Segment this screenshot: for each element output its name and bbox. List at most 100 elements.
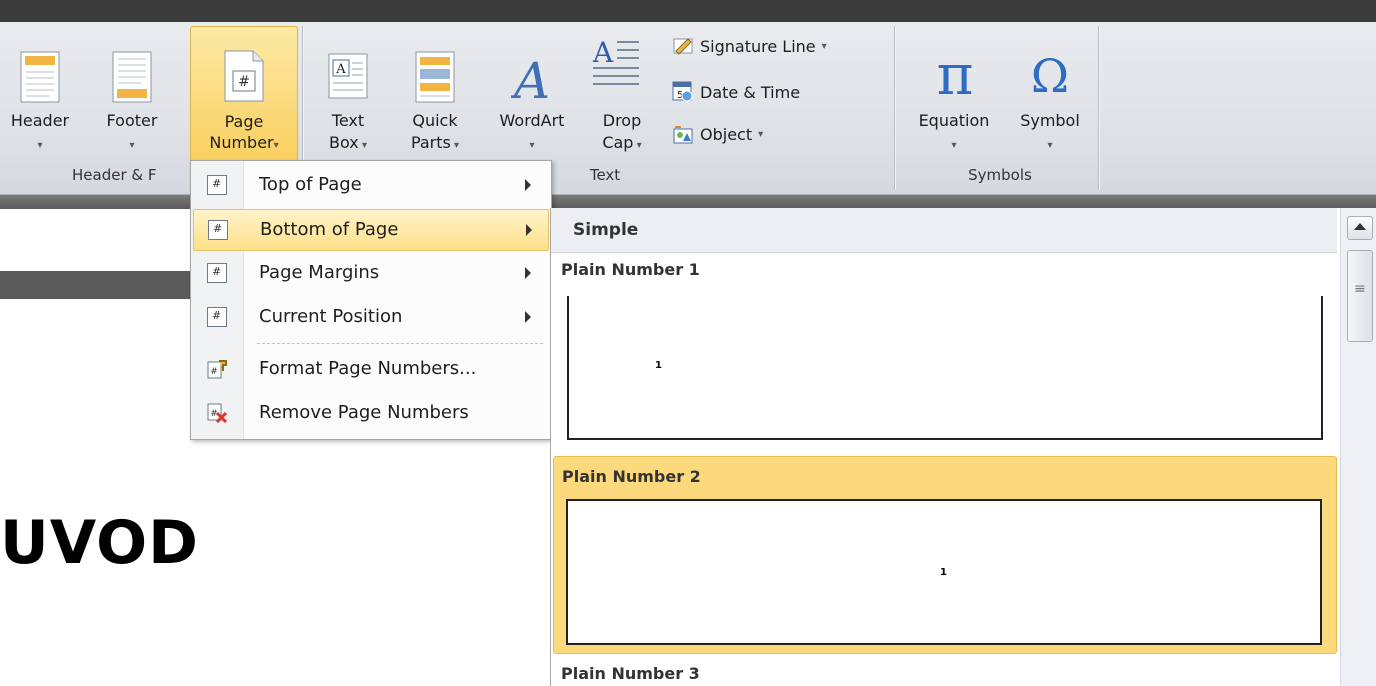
gallery-item-plain-number-2[interactable]: Plain Number 2 1 — [553, 456, 1337, 654]
equation-button[interactable]: π Equation ▾ — [904, 28, 1004, 163]
menu-item-label: Format Page Numbers... — [259, 358, 477, 379]
header-footer-group-label: Header & F — [72, 166, 157, 184]
submenu-arrow-icon — [526, 224, 532, 236]
document-ruler-bar — [0, 271, 192, 299]
submenu-arrow-icon — [525, 179, 531, 191]
menu-item-bottom-of-page[interactable]: Bottom of Page — [193, 209, 549, 251]
remove-page-numbers-icon: # — [207, 403, 227, 423]
quick-parts-button[interactable]: Quick Parts ▾ — [402, 28, 468, 163]
gallery-item-plain-number-1[interactable]: Plain Number 1 1 — [553, 254, 1335, 450]
equation-label: Equation — [918, 111, 990, 130]
wordart-button[interactable]: A WordArt ▾ — [486, 28, 578, 163]
drop-cap-label-2: Cap — [602, 133, 634, 152]
drop-cap-label-1: Drop — [602, 111, 642, 130]
menu-item-remove-page-numbers[interactable]: # Remove Page Numbers — [193, 393, 547, 433]
page-number-preview: 1 — [655, 360, 662, 371]
page-number-icon: # — [224, 50, 264, 102]
dropdown-arrow-icon: ▾ — [1047, 140, 1053, 151]
object-button[interactable]: Object ▾ — [672, 120, 763, 148]
dropdown-arrow-icon: ▾ — [450, 140, 460, 151]
svg-text:A: A — [511, 52, 550, 104]
symbol-label: Symbol — [1020, 111, 1080, 130]
gallery-item-title: Plain Number 1 — [561, 260, 700, 279]
date-time-label: Date & Time — [700, 82, 801, 102]
title-bar — [0, 0, 1376, 22]
menu-item-current-position[interactable]: Current Position — [193, 297, 547, 337]
svg-text:π: π — [937, 43, 974, 104]
menu-item-label: Page Margins — [259, 262, 380, 283]
dropdown-arrow-icon: ▾ — [821, 40, 827, 52]
bottom-of-page-icon — [208, 220, 228, 240]
header-icon — [20, 51, 60, 103]
menu-item-top-of-page[interactable]: Top of Page — [193, 165, 547, 205]
text-box-icon: A — [328, 53, 368, 99]
quick-parts-label-1: Quick — [412, 111, 458, 130]
signature-line-icon — [673, 38, 693, 55]
scrollbar-thumb[interactable] — [1347, 250, 1373, 342]
header-button[interactable]: Header ▾ — [2, 28, 78, 163]
menu-separator — [257, 343, 543, 344]
quick-parts-icon — [415, 51, 455, 103]
gallery-scrollbar[interactable] — [1340, 208, 1376, 686]
scroll-up-icon[interactable] — [1347, 216, 1373, 240]
gallery-item-preview: 1 — [567, 296, 1323, 440]
footer-icon — [112, 51, 152, 103]
wordart-label: WordArt — [499, 111, 565, 130]
document-heading: UVOD — [0, 508, 199, 578]
menu-item-label: Bottom of Page — [260, 219, 399, 240]
page-number-label-2: Number — [209, 133, 274, 152]
format-page-numbers-icon: # — [207, 360, 227, 379]
dropdown-arrow-icon: ▾ — [129, 140, 135, 151]
svg-text:Ω: Ω — [1031, 49, 1069, 103]
svg-text:#: # — [238, 74, 250, 90]
svg-text:A: A — [592, 36, 614, 69]
drop-cap-icon: A — [592, 36, 639, 85]
dropdown-arrow-icon: ▾ — [37, 140, 43, 151]
dropdown-arrow-icon: ▾ — [273, 140, 279, 151]
date-time-button[interactable]: 5 Date & Time — [672, 78, 800, 106]
menu-item-page-margins[interactable]: Page Margins — [193, 253, 547, 293]
drop-cap-button[interactable]: A Drop Cap ▾ — [584, 28, 660, 163]
gallery-item-preview: 1 — [566, 499, 1322, 645]
top-of-page-icon — [207, 175, 227, 195]
menu-item-label: Remove Page Numbers — [259, 402, 469, 423]
text-box-label-1: Text — [331, 111, 365, 130]
menu-item-label: Top of Page — [259, 174, 362, 195]
quick-parts-label-2: Parts — [410, 133, 451, 152]
dropdown-arrow-icon: ▾ — [951, 140, 957, 151]
page-number-button[interactable]: # Page Number▾ — [190, 26, 298, 164]
menu-item-label: Current Position — [259, 306, 403, 327]
menu-item-format-page-numbers[interactable]: # Format Page Numbers... — [193, 349, 547, 389]
pi-icon: π — [937, 43, 974, 104]
group-separator — [894, 26, 895, 190]
page-number-label-1: Page — [224, 112, 264, 131]
text-box-label-2: Box — [329, 133, 359, 152]
signature-line-label: Signature Line — [700, 36, 816, 56]
group-separator — [1098, 26, 1099, 190]
dropdown-arrow-icon: ▾ — [633, 140, 642, 151]
svg-text:A: A — [335, 62, 346, 77]
calendar-clock-icon: 5 — [672, 81, 693, 102]
symbols-group-label: Symbols — [968, 166, 1032, 184]
gallery-item-plain-number-3[interactable]: Plain Number 3 — [561, 664, 700, 683]
dropdown-arrow-icon: ▾ — [529, 140, 535, 151]
dropdown-arrow-icon: ▾ — [758, 128, 764, 140]
header-button-label: Header — [10, 111, 70, 130]
gallery-section-label: Simple — [573, 220, 639, 240]
dropdown-arrow-icon: ▾ — [358, 140, 367, 151]
object-icon — [673, 126, 693, 144]
svg-text:#: # — [210, 367, 218, 377]
omega-icon: Ω — [1031, 49, 1069, 103]
text-group-label: Text — [589, 166, 621, 184]
gallery-item-title: Plain Number 2 — [562, 467, 701, 486]
symbol-button[interactable]: Ω Symbol ▾ — [1008, 28, 1092, 163]
text-box-button[interactable]: A Text Box ▾ — [316, 28, 380, 163]
signature-line-button[interactable]: Signature Line ▾ — [672, 32, 827, 60]
page-number-preview: 1 — [940, 567, 947, 578]
footer-button-label: Footer — [106, 111, 158, 130]
page-margins-icon — [207, 263, 227, 283]
page-number-menu: Top of Page Bottom of Page Page Margins … — [190, 160, 552, 440]
footer-button[interactable]: Footer ▾ — [80, 28, 184, 163]
submenu-arrow-icon — [525, 311, 531, 323]
wordart-icon: A — [511, 52, 550, 104]
